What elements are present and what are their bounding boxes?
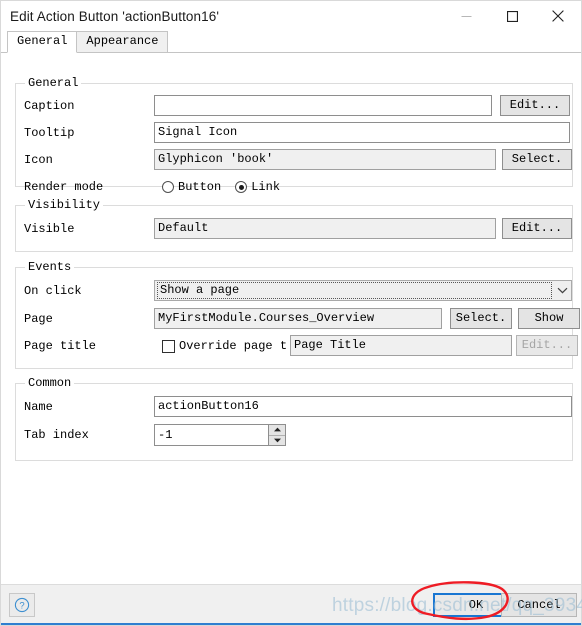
- group-common: Common Name actionButton16 Tab index -1: [15, 376, 573, 461]
- page-title-label: Page title: [24, 339, 97, 353]
- group-general: General Caption Edit... Tooltip Signal I…: [15, 76, 573, 194]
- render-mode-link-label: Link: [251, 180, 281, 194]
- row-page-title: Page title Override page t Page Title Ed…: [16, 335, 578, 357]
- svg-text:?: ?: [19, 601, 24, 612]
- page-title-edit-button: Edit...: [516, 335, 578, 356]
- page-select-button[interactable]: Select.: [450, 308, 512, 329]
- spin-up-button[interactable]: [269, 425, 285, 436]
- group-general-title: General: [25, 76, 82, 90]
- caret-up-icon: [273, 427, 281, 432]
- render-mode-radio-group: Button Link: [162, 176, 294, 198]
- render-mode-option-button[interactable]: Button: [162, 180, 221, 194]
- name-label: Name: [24, 400, 53, 414]
- chevron-down-icon: [554, 287, 571, 294]
- on-click-dropdown[interactable]: Show a page: [154, 280, 572, 301]
- tooltip-label: Tooltip: [24, 126, 75, 140]
- caption-label: Caption: [24, 99, 75, 113]
- row-icon: Icon Glyphicon 'book' Select.: [16, 149, 572, 171]
- group-events: Events On click Show a page Page MyFirst…: [15, 260, 580, 369]
- tab-index-label: Tab index: [24, 428, 89, 442]
- icon-label: Icon: [24, 153, 53, 167]
- tooltip-input[interactable]: Signal Icon: [154, 122, 570, 143]
- on-click-label: On click: [24, 284, 82, 298]
- radio-link-icon: [235, 181, 248, 193]
- render-mode-label: Render mode: [24, 180, 104, 194]
- name-input[interactable]: actionButton16: [154, 396, 572, 417]
- on-click-value: Show a page: [157, 282, 552, 299]
- spin-down-button[interactable]: [269, 435, 285, 445]
- row-visible: Visible Default Edit...: [16, 218, 572, 240]
- caption-edit-button[interactable]: Edit...: [500, 95, 570, 116]
- tab-index-value[interactable]: -1: [155, 425, 268, 445]
- caret-down-icon: [273, 438, 281, 443]
- title-bar: Edit Action Button 'actionButton16': [1, 1, 581, 31]
- tab-strip: General Appearance: [1, 31, 581, 53]
- override-page-title-checkbox[interactable]: Override page t: [162, 335, 287, 357]
- window-title: Edit Action Button 'actionButton16': [10, 8, 220, 24]
- maximize-button[interactable]: [489, 1, 535, 31]
- render-mode-button-label: Button: [178, 180, 222, 194]
- edit-action-button-dialog: Edit Action Button 'actionButton16' Gene…: [0, 0, 582, 626]
- cancel-button[interactable]: Cancel: [501, 593, 577, 617]
- group-visibility: Visibility Visible Default Edit...: [15, 198, 573, 252]
- icon-input: Glyphicon 'book': [154, 149, 496, 170]
- group-common-title: Common: [25, 376, 75, 390]
- tab-appearance[interactable]: Appearance: [76, 31, 169, 53]
- group-events-title: Events: [25, 260, 75, 274]
- row-on-click: On click Show a page: [16, 280, 572, 302]
- page-input: MyFirstModule.Courses_Overview: [154, 308, 442, 329]
- row-tooltip: Tooltip Signal Icon: [16, 122, 572, 144]
- dialog-footer: ? OK Cancel: [1, 584, 581, 625]
- page-show-button[interactable]: Show: [518, 308, 580, 329]
- radio-button-icon: [162, 181, 174, 193]
- help-button[interactable]: ?: [9, 593, 35, 617]
- help-circle-icon: ?: [14, 597, 30, 613]
- group-visibility-title: Visibility: [25, 198, 104, 212]
- visible-label: Visible: [24, 222, 75, 236]
- page-title-input: Page Title: [290, 335, 512, 356]
- close-button[interactable]: [535, 1, 581, 31]
- row-name: Name actionButton16: [16, 396, 572, 418]
- icon-select-button[interactable]: Select.: [502, 149, 572, 170]
- bottom-accent-rule: [1, 623, 581, 625]
- caption-input[interactable]: [154, 95, 492, 116]
- row-tab-index: Tab index -1: [16, 424, 572, 446]
- minimize-button[interactable]: [443, 1, 489, 31]
- override-page-title-label: Override page t: [179, 339, 288, 353]
- row-render-mode: Render mode Button Link: [16, 176, 572, 198]
- visible-edit-button[interactable]: Edit...: [502, 218, 572, 239]
- window-controls: [443, 1, 581, 31]
- maximize-icon: [506, 10, 518, 22]
- render-mode-option-link[interactable]: Link: [235, 180, 280, 194]
- row-page: Page MyFirstModule.Courses_Overview Sele…: [16, 308, 580, 330]
- close-icon: [552, 10, 564, 22]
- minimize-icon: [461, 15, 471, 17]
- tab-index-stepper[interactable]: -1: [154, 424, 286, 446]
- visible-input: Default: [154, 218, 496, 239]
- row-caption: Caption Edit...: [16, 95, 572, 117]
- tab-index-spin-buttons: [268, 425, 285, 445]
- dialog-body: General Caption Edit... Tooltip Signal I…: [1, 52, 581, 584]
- tab-general[interactable]: General: [7, 31, 78, 53]
- checkbox-icon: [162, 339, 175, 353]
- page-label: Page: [24, 312, 53, 326]
